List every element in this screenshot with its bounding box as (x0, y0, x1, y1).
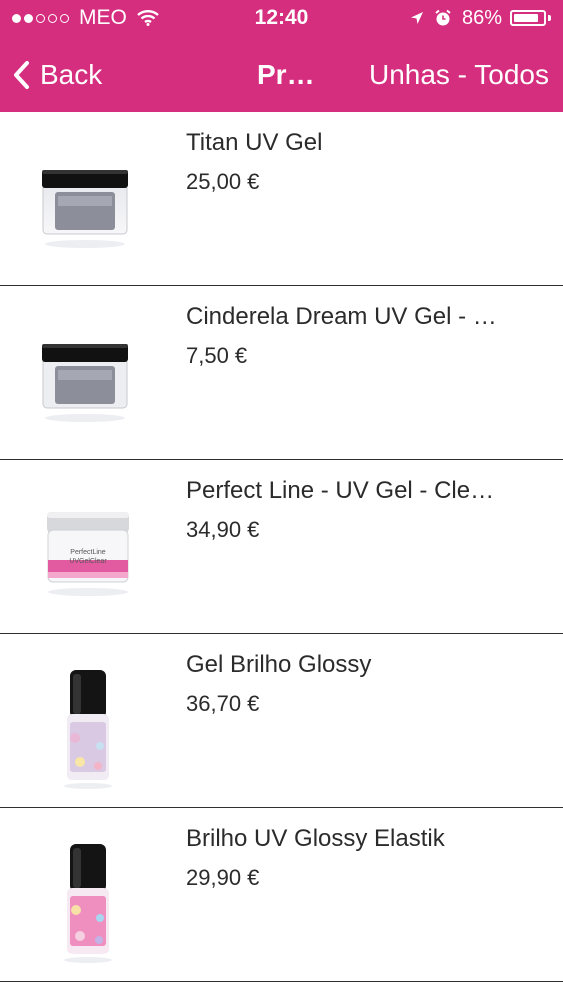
gel-jar-clear-icon: PerfectLine UVGelClear (47, 512, 129, 596)
location-arrow-icon (410, 12, 423, 24)
gel-jar-icon (42, 170, 128, 248)
chevron-left-icon (14, 61, 29, 89)
product-name: Brilho UV Glossy Elastik (186, 825, 445, 852)
product-price: 25,00 € (186, 169, 260, 194)
product-list-item[interactable]: Cinderela Dream UV Gel - … 7,50 € (0, 286, 563, 460)
polish-bottle-icon (64, 844, 112, 963)
product-list-item[interactable]: Gel Brilho Glossy 36,70 € (0, 634, 563, 808)
category-filter-button[interactable]: Unhas - Todos (369, 59, 549, 91)
product-name: Perfect Line - UV Gel - Cle… (186, 477, 495, 504)
header: MEO 12:40 86% Back Pr… Unhas - Todos (0, 0, 563, 112)
product-name: Cinderela Dream UV Gel - … (186, 303, 497, 330)
product-price: 36,70 € (186, 691, 260, 716)
product-price: 29,90 € (186, 865, 260, 890)
navigation-bar: Back Pr… Unhas - Todos (0, 38, 563, 112)
battery-level-fill (514, 14, 539, 22)
product-list: Titan UV Gel 25,00 € Cinderela Dream UV … (0, 112, 563, 982)
status-bar: MEO 12:40 86% (0, 0, 563, 38)
product-list-item[interactable]: PerfectLine UVGelClear Perfect Line - UV… (0, 460, 563, 634)
thumb-product-text: UVGelClear (69, 558, 107, 565)
back-label: Back (40, 59, 103, 90)
product-list-item[interactable]: Brilho UV Glossy Elastik 29,90 € (0, 808, 563, 982)
battery-icon (510, 10, 551, 26)
product-list-item[interactable]: Titan UV Gel 25,00 € (0, 112, 563, 286)
page-title: Pr… (257, 59, 315, 90)
battery-percent: 86% (461, 6, 502, 29)
alarm-clock-icon (435, 9, 451, 26)
gel-jar-icon (42, 344, 128, 422)
back-button[interactable]: Back (12, 55, 102, 95)
thumb-brand-text: PerfectLine (70, 549, 106, 556)
product-name: Gel Brilho Glossy (186, 651, 372, 678)
product-name: Titan UV Gel (186, 129, 323, 156)
polish-bottle-icon (64, 670, 112, 789)
product-price: 7,50 € (186, 343, 248, 368)
product-price: 34,90 € (186, 517, 260, 542)
status-right-group: 86% (410, 6, 551, 30)
